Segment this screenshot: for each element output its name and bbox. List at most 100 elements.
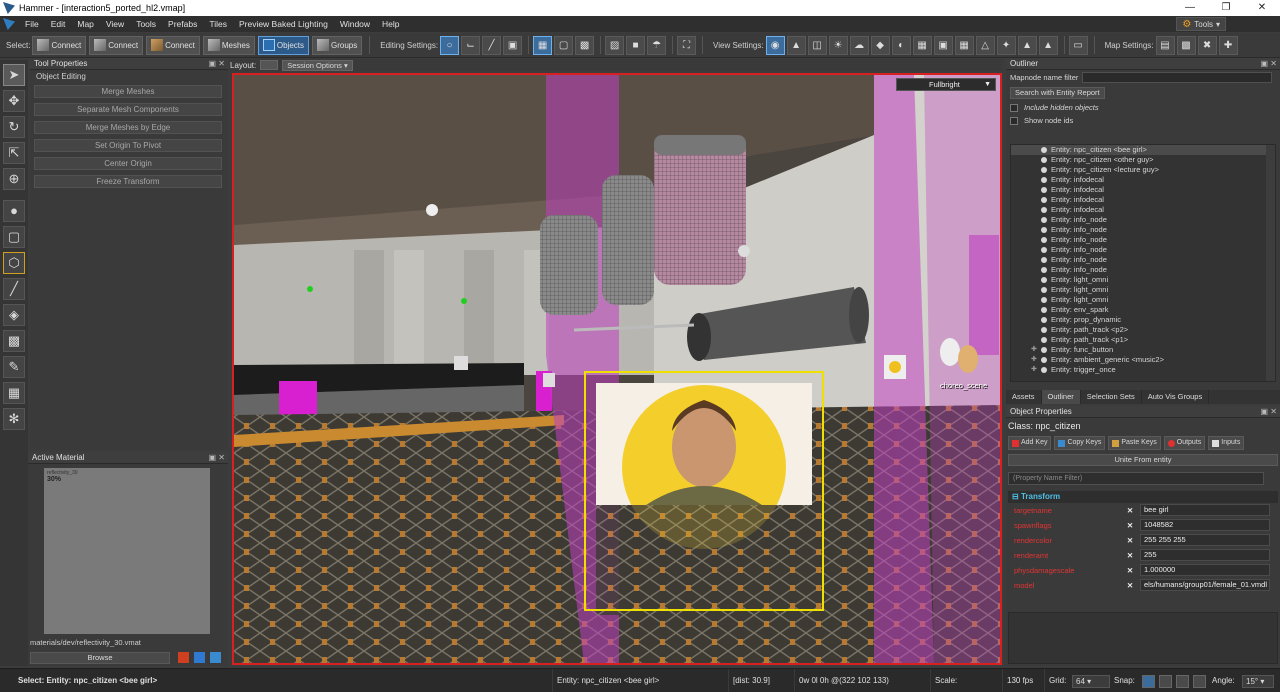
- connect-button-2[interactable]: Connect: [89, 35, 144, 55]
- close-button[interactable]: ✕: [1244, 0, 1280, 16]
- property-value[interactable]: 1.000000: [1140, 564, 1270, 576]
- tree-item[interactable]: ✚ Entity: trigger_once: [1011, 365, 1275, 375]
- monitor-icon[interactable]: ▭: [1068, 35, 1088, 55]
- tab-selection-sets[interactable]: Selection Sets: [1081, 390, 1142, 404]
- tree-item[interactable]: Entity: info_node: [1011, 255, 1275, 265]
- gamepad-icon[interactable]: ⛶: [677, 35, 697, 55]
- maximize-button[interactable]: ❐: [1208, 0, 1244, 16]
- separate-mesh-components-button[interactable]: Separate Mesh Components: [34, 103, 222, 116]
- panel-controls[interactable]: ▣ ✕: [209, 452, 225, 464]
- property-name-filter-input[interactable]: (Property Name Filter): [1008, 472, 1264, 485]
- material-pick-icon[interactable]: [178, 652, 189, 663]
- merge-meshes-by-edge-button[interactable]: Merge Meshes by Edge: [34, 121, 222, 134]
- property-row[interactable]: model ✕ els/humans/group01/female_01.vmdl: [1010, 578, 1270, 592]
- material-apply-icon[interactable]: [194, 652, 205, 663]
- panel-controls[interactable]: ▣ ✕: [209, 58, 225, 70]
- prop-icon[interactable]: ◆: [870, 35, 890, 55]
- map-hatch-icon[interactable]: ▩: [1176, 35, 1196, 55]
- search-entity-report-button[interactable]: Search with Entity Report: [1010, 87, 1105, 99]
- snap-corner-icon[interactable]: ⌙: [461, 35, 481, 55]
- material-preview[interactable]: reflectivity_30 30%: [44, 468, 210, 634]
- merge-meshes-button[interactable]: Merge Meshes: [34, 85, 222, 98]
- tools-dropdown[interactable]: ⚙ Tools ▾: [1176, 17, 1226, 31]
- mapnode-filter-input[interactable]: [1082, 72, 1272, 83]
- property-row[interactable]: spawnflags ✕ 1048582: [1010, 518, 1270, 532]
- cube-icon[interactable]: ■: [626, 35, 646, 55]
- entity-tool-icon[interactable]: ●: [3, 200, 25, 222]
- remove-key-icon[interactable]: ✕: [1120, 566, 1140, 575]
- scale-tool-icon[interactable]: ⇱: [3, 142, 25, 164]
- pivot-tool-icon[interactable]: ⊕: [3, 168, 25, 190]
- groups-button[interactable]: Groups: [312, 35, 363, 55]
- tree-item[interactable]: Entity: info_node: [1011, 225, 1275, 235]
- model-icon[interactable]: ▦: [912, 35, 932, 55]
- connect-button-1[interactable]: Connect: [32, 35, 87, 55]
- 3d-viewport[interactable]: Fullbright ▼ choreo_scene: [232, 73, 1002, 665]
- rotate-tool-icon[interactable]: ↻: [3, 116, 25, 138]
- tree-item[interactable]: Entity: light_omni: [1011, 285, 1275, 295]
- fire-icon[interactable]: ▲: [1017, 35, 1037, 55]
- transform-section-header[interactable]: ⊟ Transform: [1008, 491, 1278, 503]
- entity-icon[interactable]: ◫: [807, 35, 827, 55]
- show-node-ids-row[interactable]: Show node ids: [1006, 114, 1280, 127]
- clip-tool-icon[interactable]: ╱: [3, 278, 25, 300]
- grid-icon[interactable]: ▦: [954, 35, 974, 55]
- overlay-icon[interactable]: ▩: [575, 35, 595, 55]
- property-value[interactable]: 1048582: [1140, 519, 1270, 531]
- tile-tool-icon[interactable]: ▦: [3, 382, 25, 404]
- property-row[interactable]: physdamagescale ✕ 1.000000: [1010, 563, 1270, 577]
- menu-tiles[interactable]: Tiles: [203, 16, 233, 32]
- light-icon[interactable]: ☀: [828, 35, 848, 55]
- expand-icon[interactable]: ✚: [1031, 345, 1037, 355]
- snap-vertex-icon[interactable]: [1159, 675, 1172, 688]
- property-row[interactable]: renderamt ✕ 255: [1010, 548, 1270, 562]
- menu-window[interactable]: Window: [334, 16, 376, 32]
- water-icon[interactable]: ▲: [1038, 35, 1058, 55]
- polygon-tool-icon[interactable]: ⬡: [3, 252, 25, 274]
- set-origin-to-pivot-button[interactable]: Set Origin To Pivot: [34, 139, 222, 152]
- menu-file[interactable]: File: [19, 16, 45, 32]
- tree-item[interactable]: Entity: infodecal: [1011, 175, 1275, 185]
- block-tool-icon[interactable]: ▢: [3, 226, 25, 248]
- property-row[interactable]: targetname ✕ bee girl: [1010, 503, 1270, 517]
- pivot-icon[interactable]: ○: [440, 35, 460, 55]
- include-hidden-row[interactable]: Include hidden objects: [1006, 101, 1280, 114]
- paint-tool-icon[interactable]: ✎: [3, 356, 25, 378]
- remove-key-icon[interactable]: ✕: [1120, 506, 1140, 515]
- realtime-icon[interactable]: ◉: [765, 35, 785, 55]
- map-tools-icon[interactable]: ✖: [1197, 35, 1217, 55]
- remove-key-icon[interactable]: ✕: [1120, 551, 1140, 560]
- outliner-tree[interactable]: Entity: npc_citizen <bee girl> Entity: n…: [1010, 144, 1276, 382]
- angle-dropdown[interactable]: 15° ▾: [1242, 675, 1274, 688]
- tree-item[interactable]: Entity: info_node: [1011, 245, 1275, 255]
- tools-materials-icon[interactable]: ▲: [786, 35, 806, 55]
- tree-item[interactable]: Entity: npc_citizen <other guy>: [1011, 155, 1275, 165]
- tree-item[interactable]: Entity: light_omni: [1011, 295, 1275, 305]
- diagonal-grid-icon[interactable]: ╱: [482, 35, 502, 55]
- connect-button-3[interactable]: Connect: [146, 35, 200, 55]
- panel-controls[interactable]: ▣ ✕: [1261, 406, 1277, 418]
- tab-auto-vis-groups[interactable]: Auto Vis Groups: [1142, 390, 1210, 404]
- tree-item[interactable]: ✚ Entity: func_button: [1011, 345, 1275, 355]
- menu-map[interactable]: Map: [71, 16, 100, 32]
- bounds-icon[interactable]: ▣: [503, 35, 523, 55]
- menu-view[interactable]: View: [100, 16, 130, 32]
- panel-controls[interactable]: ▣ ✕: [1261, 58, 1277, 70]
- grid-size-dropdown[interactable]: 64 ▾: [1072, 675, 1110, 688]
- material-options-icon[interactable]: [210, 652, 221, 663]
- menu-help[interactable]: Help: [376, 16, 405, 32]
- tree-item[interactable]: Entity: infodecal: [1011, 185, 1275, 195]
- tree-item[interactable]: Entity: infodecal: [1011, 205, 1275, 215]
- player-icon[interactable]: △: [975, 35, 995, 55]
- tree-item[interactable]: Entity: info_node: [1011, 265, 1275, 275]
- tree-item[interactable]: Entity: prop_dynamic: [1011, 315, 1275, 325]
- copy-keys-button[interactable]: Copy Keys: [1054, 436, 1106, 450]
- outliner-scrollbar[interactable]: [1266, 145, 1275, 381]
- menu-edit[interactable]: Edit: [45, 16, 72, 32]
- tab-outliner[interactable]: Outliner: [1041, 390, 1081, 404]
- menu-prefabs[interactable]: Prefabs: [162, 16, 203, 32]
- center-origin-button[interactable]: Center Origin: [34, 157, 222, 170]
- property-value[interactable]: els/humans/group01/female_01.vmdl: [1140, 579, 1270, 591]
- menu-preview-baked-lighting[interactable]: Preview Baked Lighting: [233, 16, 334, 32]
- minimize-button[interactable]: —: [1172, 0, 1208, 16]
